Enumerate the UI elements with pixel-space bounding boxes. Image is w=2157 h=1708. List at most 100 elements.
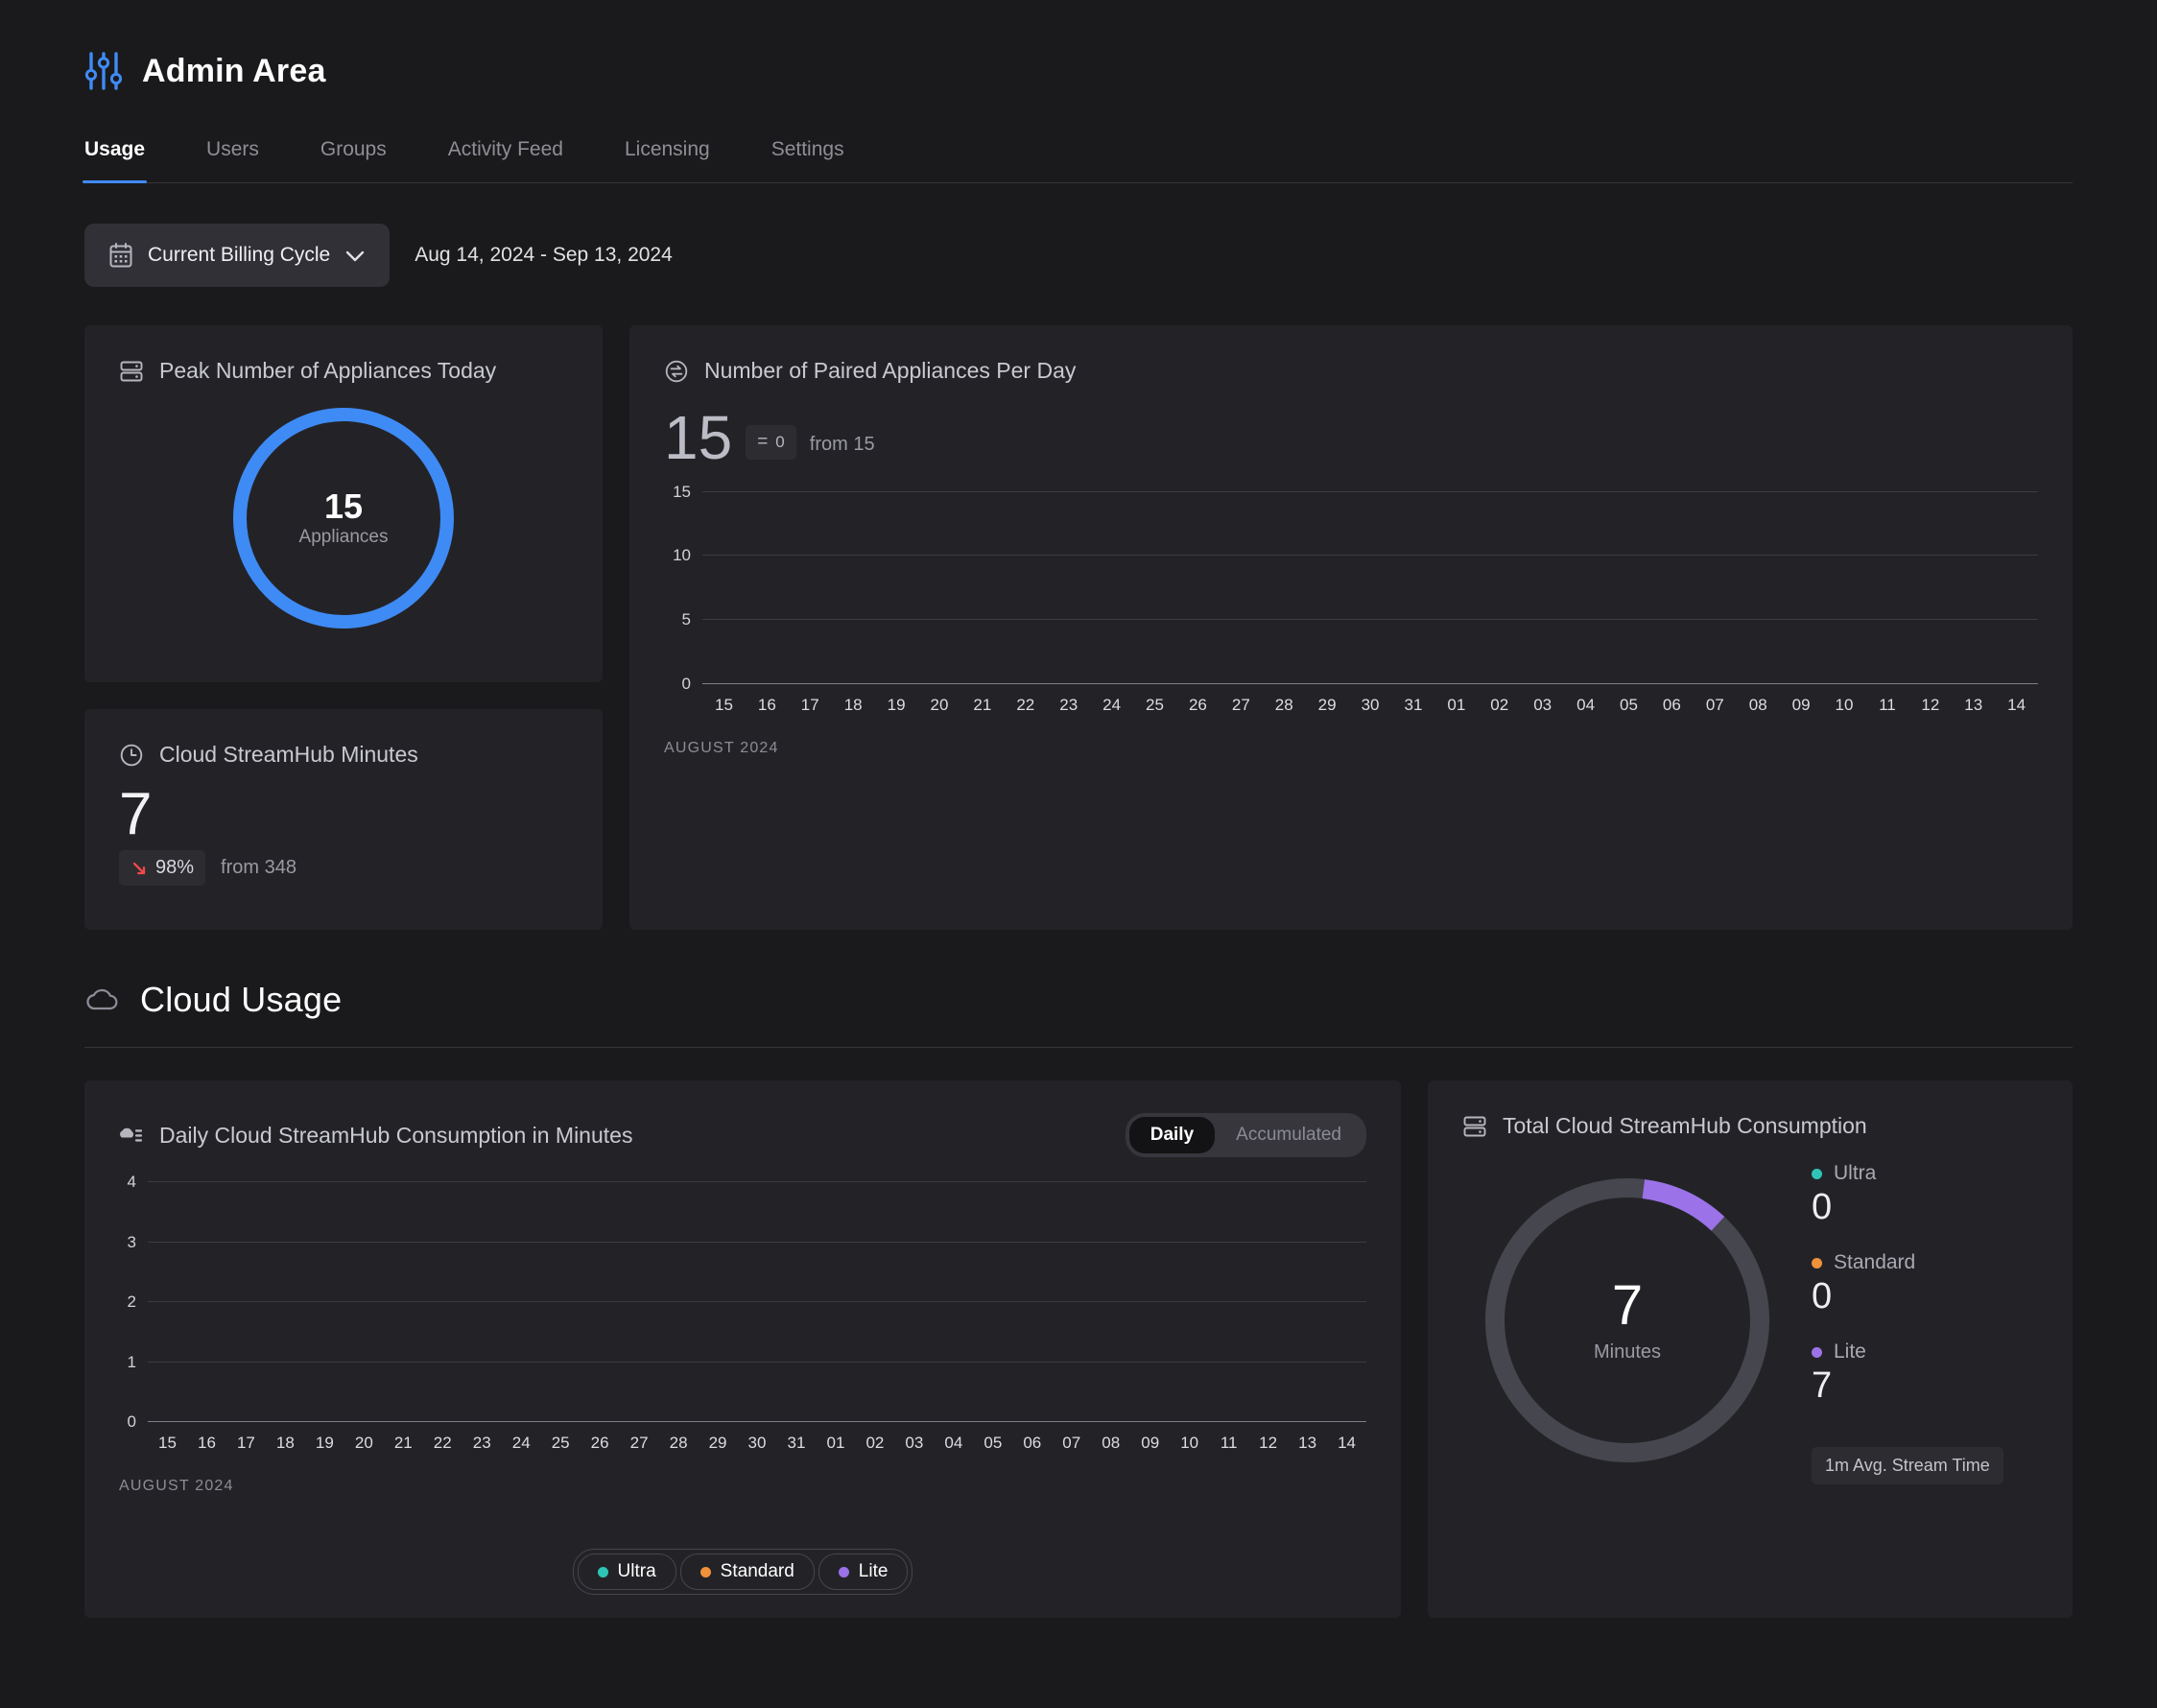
- bar-slot[interactable]: [1263, 492, 1306, 684]
- bar-slot[interactable]: [226, 1182, 266, 1422]
- bar-slot[interactable]: [702, 492, 746, 684]
- x-axis-tick: 08: [1748, 695, 1767, 714]
- tab-settings[interactable]: Settings: [771, 138, 844, 182]
- bar-slot[interactable]: [659, 1182, 699, 1422]
- bar-slot[interactable]: [1478, 492, 1521, 684]
- billing-cycle-dropdown[interactable]: Current Billing Cycle: [84, 224, 391, 287]
- bar-slot[interactable]: [305, 1182, 344, 1422]
- bar-slot[interactable]: [1952, 492, 1995, 684]
- bar-slot[interactable]: [738, 1182, 777, 1422]
- tab-users[interactable]: Users: [206, 138, 259, 182]
- bar-slot[interactable]: [918, 492, 961, 684]
- avg-stream-time-chip: 1m Avg. Stream Time: [1812, 1447, 2003, 1484]
- x-axis-tick: 29: [1317, 695, 1337, 714]
- bar-slot[interactable]: [1434, 492, 1478, 684]
- tab-licensing[interactable]: Licensing: [625, 138, 710, 182]
- bar-slot[interactable]: [816, 1182, 855, 1422]
- bar-slot[interactable]: [1012, 1182, 1052, 1422]
- bar-slot[interactable]: [620, 1182, 659, 1422]
- bar-slot[interactable]: [777, 1182, 817, 1422]
- x-axis-tick: 02: [1490, 695, 1509, 714]
- bar-slot[interactable]: [1521, 492, 1564, 684]
- y-axis-tick: 5: [681, 610, 691, 629]
- bar-slot[interactable]: [1004, 492, 1047, 684]
- bar-slot[interactable]: [1209, 1182, 1248, 1422]
- bar-slot[interactable]: [1564, 492, 1607, 684]
- bar-slot[interactable]: [875, 492, 918, 684]
- tab-groups[interactable]: Groups: [320, 138, 387, 182]
- bar-slot[interactable]: [1052, 1182, 1091, 1422]
- bar-slot[interactable]: [187, 1182, 226, 1422]
- bar-slot[interactable]: [789, 492, 832, 684]
- app-header: Admin Area: [84, 0, 2073, 92]
- x-axis-tick: 11: [1879, 695, 1896, 714]
- bar-slot[interactable]: [1248, 1182, 1288, 1422]
- bar-slot[interactable]: [1091, 1182, 1130, 1422]
- peak-donut-chart: 15 Appliances: [119, 399, 568, 637]
- top-cards-grid: Peak Number of Appliances Today 15 Appli…: [84, 325, 2073, 930]
- bar-slot[interactable]: [1047, 492, 1090, 684]
- x-axis-tick: 28: [1274, 695, 1293, 714]
- bar-slot[interactable]: [1392, 492, 1435, 684]
- x-axis-tick: 26: [1188, 695, 1207, 714]
- x-axis-tick: 15: [714, 695, 733, 714]
- bar-slot[interactable]: [894, 1182, 934, 1422]
- bar-slot[interactable]: [1694, 492, 1737, 684]
- bar-slot[interactable]: [266, 1182, 305, 1422]
- x-axis-tick: 12: [1259, 1434, 1278, 1452]
- bar-slot[interactable]: [502, 1182, 541, 1422]
- bar-slot[interactable]: [344, 1182, 384, 1422]
- paired-plot-area: 0 5 10 15: [673, 483, 2038, 693]
- toggle-accumulated[interactable]: Accumulated: [1215, 1117, 1363, 1153]
- bar-slot[interactable]: [1306, 492, 1349, 684]
- bar-slot[interactable]: [1908, 492, 1952, 684]
- x-axis-tick: 04: [1576, 695, 1596, 714]
- x-axis-tick: 10: [1835, 695, 1854, 714]
- legend-pill-ultra[interactable]: Ultra: [577, 1554, 676, 1590]
- bar-slot[interactable]: [1090, 492, 1133, 684]
- daily-card-header: Daily Cloud StreamHub Consumption in Min…: [119, 1113, 1366, 1157]
- bar-slot[interactable]: [1737, 492, 1780, 684]
- bar-slot[interactable]: [960, 492, 1004, 684]
- bar-slot[interactable]: [541, 1182, 581, 1422]
- bar-slot[interactable]: [1288, 1182, 1327, 1422]
- bar-slot[interactable]: [1349, 492, 1392, 684]
- legend-pill-lite[interactable]: Lite: [818, 1554, 909, 1590]
- bar-slot[interactable]: [1130, 1182, 1170, 1422]
- bar-slot[interactable]: [462, 1182, 502, 1422]
- tab-usage[interactable]: Usage: [82, 138, 148, 183]
- tab-activity-feed[interactable]: Activity Feed: [448, 138, 563, 182]
- bar-slot[interactable]: [973, 1182, 1012, 1422]
- paired-appliances-bar-chart: 0 5 10 15 15 16 17 18 19 20 21 22 23 24 25 26 27 28 29 30 3…: [664, 483, 2038, 757]
- x-axis-tick: 25: [1146, 695, 1164, 714]
- bar-slot[interactable]: [1607, 492, 1650, 684]
- bar-slot[interactable]: [1170, 1182, 1209, 1422]
- legend-pill-standard[interactable]: Standard: [679, 1554, 815, 1590]
- bar-slot[interactable]: [1865, 492, 1908, 684]
- bar-slot[interactable]: [148, 1182, 187, 1422]
- total-lite-name: Lite: [1812, 1340, 2003, 1364]
- bar-slot[interactable]: [1133, 492, 1176, 684]
- bar-slot[interactable]: [699, 1182, 738, 1422]
- ultra-dot-icon: [1812, 1168, 1822, 1179]
- bar-slot[interactable]: [746, 492, 789, 684]
- bar-slot[interactable]: [1327, 1182, 1366, 1422]
- y-axis-tick: 1: [127, 1352, 136, 1371]
- bar-slot[interactable]: [832, 492, 875, 684]
- bar-slot[interactable]: [1176, 492, 1220, 684]
- bar-slot[interactable]: [423, 1182, 462, 1422]
- bar-slot[interactable]: [384, 1182, 423, 1422]
- bar-slot[interactable]: [1823, 492, 1866, 684]
- bar-slot[interactable]: [1780, 492, 1823, 684]
- bar-slot[interactable]: [855, 1182, 894, 1422]
- y-axis-tick: 2: [127, 1293, 136, 1311]
- bar-slot[interactable]: [934, 1182, 973, 1422]
- bar-slot[interactable]: [1650, 492, 1694, 684]
- bar-slot[interactable]: [581, 1182, 620, 1422]
- toggle-daily[interactable]: Daily: [1128, 1117, 1216, 1153]
- peak-unit: Appliances: [298, 526, 389, 547]
- paired-card-header: Number of Paired Appliances Per Day: [664, 358, 2038, 384]
- bar-slot[interactable]: [1995, 492, 2038, 684]
- x-axis-tick: 17: [236, 1434, 255, 1452]
- bar-slot[interactable]: [1220, 492, 1263, 684]
